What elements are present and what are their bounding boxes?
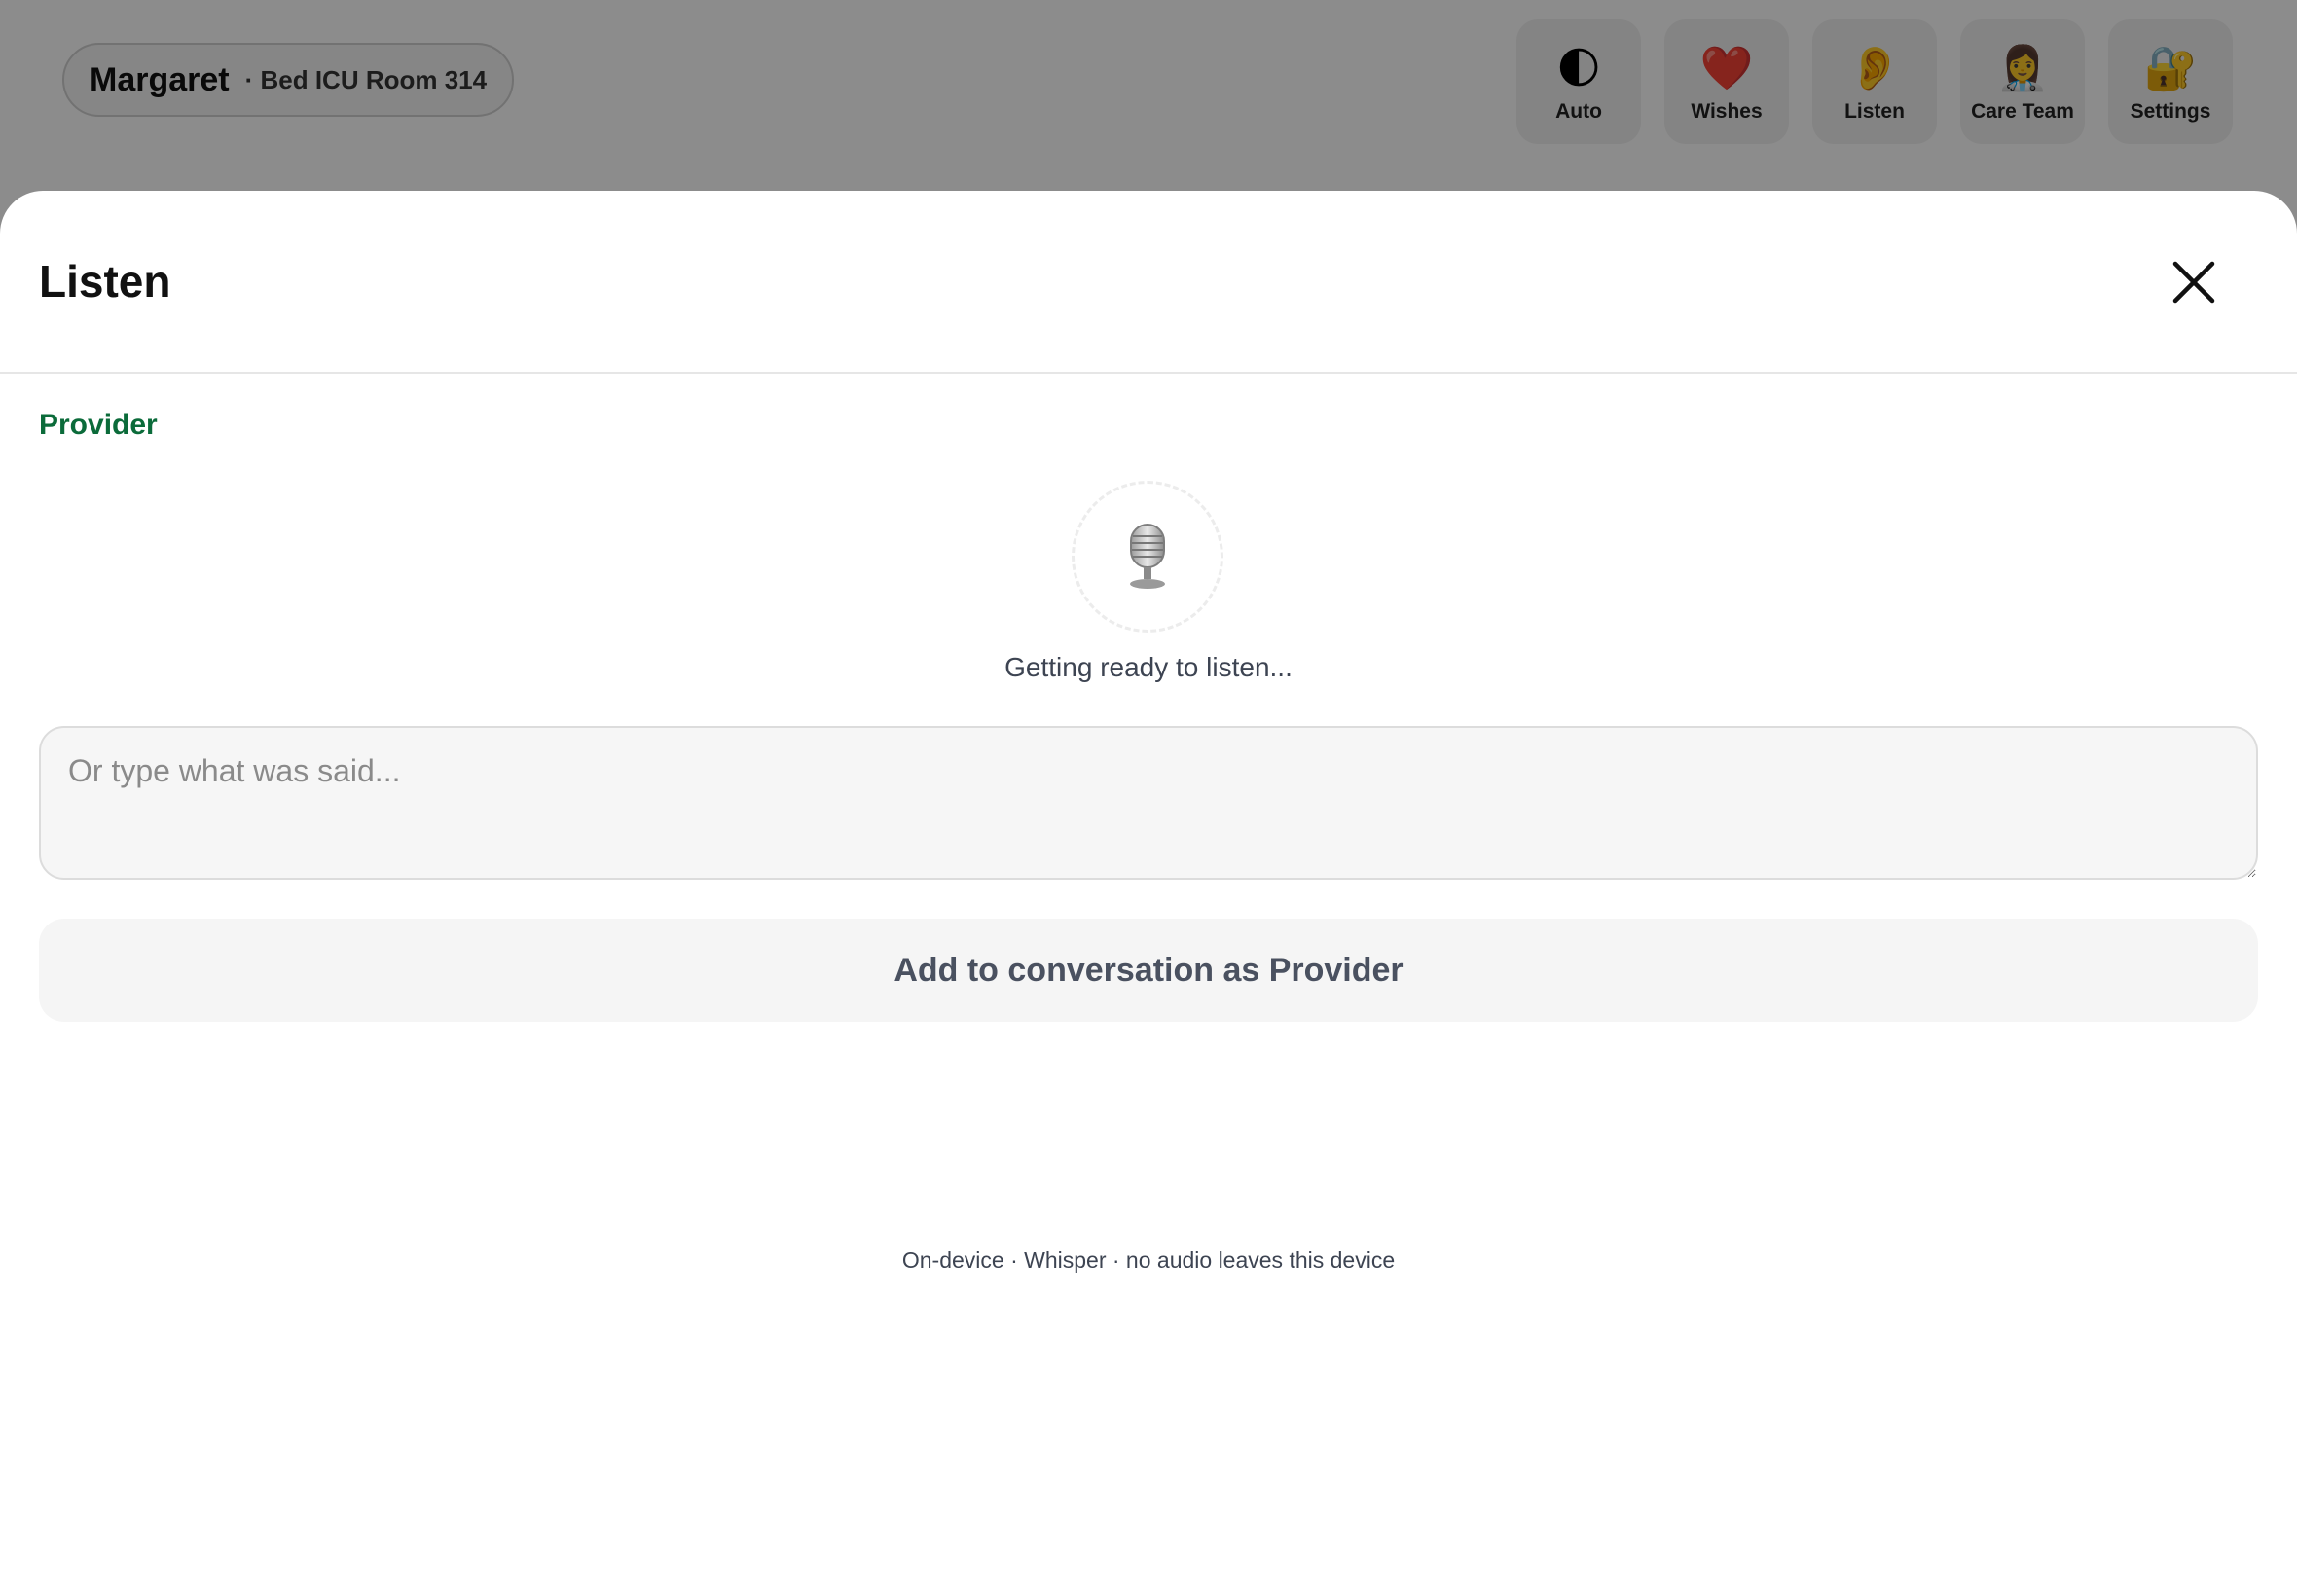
- mic-indicator[interactable]: [1072, 481, 1223, 633]
- sheet-header: Listen: [0, 191, 2297, 374]
- sheet-title: Listen: [39, 256, 171, 307]
- privacy-note: On-device · Whisper · no audio leaves th…: [901, 1248, 1396, 1273]
- listen-status: Getting ready to listen...: [1004, 652, 1293, 682]
- speaker-label: Provider: [39, 409, 158, 441]
- listen-sheet: Listen Provider Getting ready to listen.…: [0, 191, 2297, 1596]
- add-to-conversation-button[interactable]: Add to conversation as Provider: [39, 919, 2258, 1022]
- transcript-input[interactable]: [39, 726, 2258, 880]
- close-icon: [2172, 261, 2215, 304]
- studio-microphone-icon: [1130, 524, 1165, 589]
- close-button[interactable]: [2159, 247, 2229, 317]
